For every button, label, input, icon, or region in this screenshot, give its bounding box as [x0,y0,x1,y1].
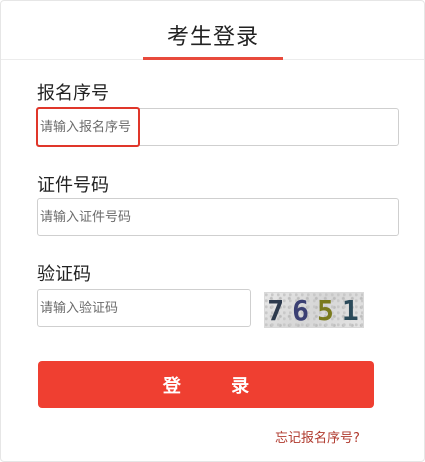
captcha-image[interactable]: 7 6 5 1 [264,292,364,328]
login-panel: 考生登录 报名序号 证件号码 验证码 7 6 5 1 登 录 忘记报名序号? [0,0,425,462]
reg-no-field[interactable] [37,108,399,146]
panel-header: 考生登录 [1,1,424,60]
id-no-field[interactable] [37,198,399,236]
reg-no-label: 报名序号 [37,83,109,104]
forgot-reg-no-link[interactable]: 忘记报名序号? [275,427,360,446]
captcha-char: 7 [267,293,287,327]
captcha-char: 5 [317,293,336,327]
captcha-label: 验证码 [37,264,91,285]
title-underline [143,57,283,60]
captcha-field[interactable] [37,289,251,327]
id-no-label: 证件号码 [37,175,109,196]
captcha-input[interactable] [38,290,250,326]
page-title: 考生登录 [166,25,259,50]
login-button[interactable]: 登 录 [38,361,374,408]
reg-no-input[interactable] [38,109,398,145]
captcha-char: 6 [292,293,311,327]
captcha-char: 1 [341,293,361,327]
id-no-input[interactable] [38,199,398,235]
